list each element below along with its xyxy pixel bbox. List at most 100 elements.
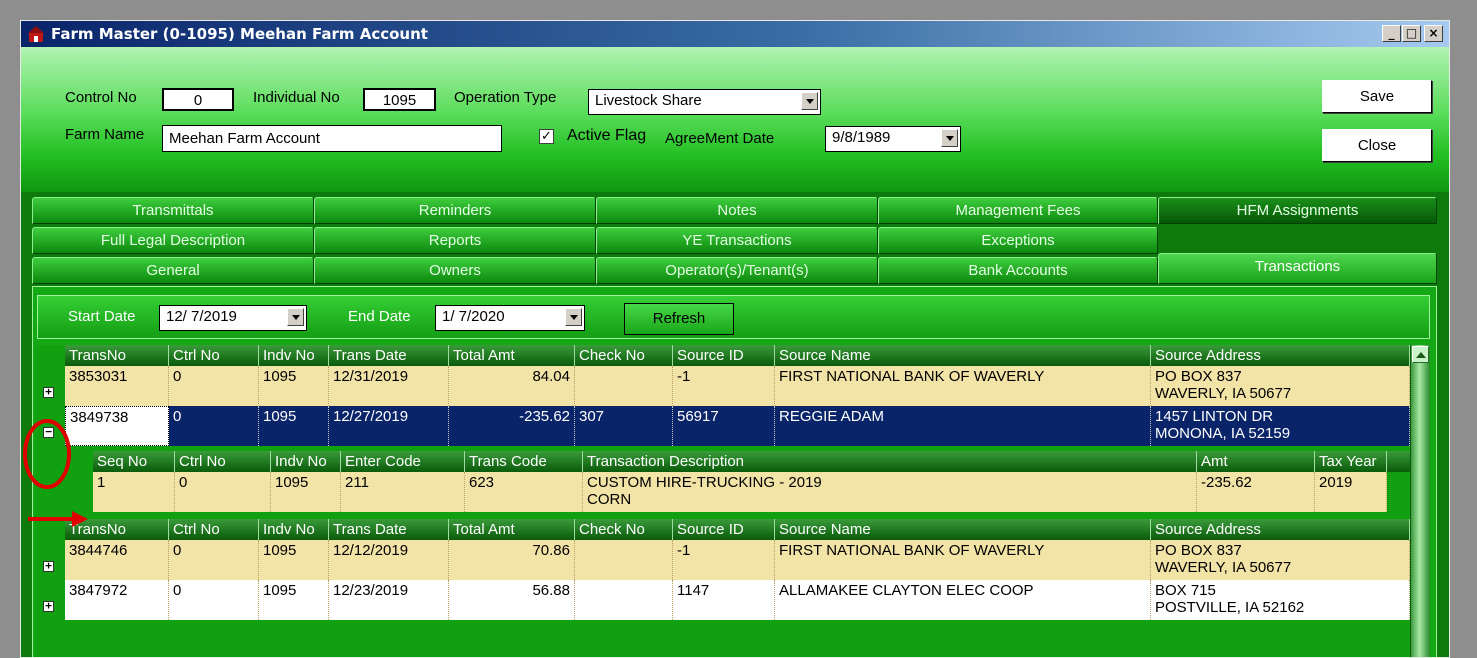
maximize-button[interactable]: □	[1402, 25, 1421, 42]
tab-notes[interactable]: Notes	[596, 197, 878, 224]
operation-type-value: Livestock Share	[595, 92, 702, 109]
cell-ctrl-no: 0	[169, 580, 259, 620]
refresh-button[interactable]: Refresh	[624, 303, 734, 335]
col-transno[interactable]: TransNo	[65, 345, 169, 366]
start-date-dropdown-icon[interactable]	[287, 308, 304, 326]
cell-total-amt: 56.88	[449, 580, 575, 620]
tab-reminders[interactable]: Reminders	[314, 197, 596, 224]
active-flag-label: Active Flag	[567, 127, 647, 144]
cell-check-no	[575, 366, 673, 406]
active-flag-checkbox[interactable]: ✓	[539, 129, 554, 144]
cell-source-name: REGGIE ADAM	[775, 406, 1151, 446]
detail-row[interactable]: 1 0 1095 211 623 CUSTOM HIRE-TRUCKING - …	[93, 472, 1387, 512]
col-source-name[interactable]: Source Name	[775, 345, 1151, 366]
tab-transactions[interactable]: Transactions	[1158, 253, 1437, 284]
cell-trans-date: 12/12/2019	[329, 540, 449, 580]
col-trans-date[interactable]: Trans Date	[329, 345, 449, 366]
cell-trans-date: 12/23/2019	[329, 580, 449, 620]
col-tax-year[interactable]: Tax Year	[1315, 451, 1387, 472]
detail-header: Seq No Ctrl No Indv No Enter Code Trans …	[93, 451, 1410, 472]
cell-total-amt: -235.62	[449, 406, 575, 446]
col-source-address[interactable]: Source Address	[1151, 519, 1410, 540]
tab-transmittals[interactable]: Transmittals	[32, 197, 314, 224]
col-indv-no[interactable]: Indv No	[259, 345, 329, 366]
expand-plus-icon[interactable]: +	[43, 560, 54, 572]
col-trans-code[interactable]: Trans Code	[465, 451, 583, 472]
cell-enter-code: 211	[341, 472, 465, 512]
chevron-down-icon[interactable]	[801, 92, 818, 110]
col-source-address[interactable]: Source Address	[1151, 345, 1410, 366]
header-panel: Control No 0 Individual No 1095 Operatio…	[21, 47, 1449, 192]
start-date-picker[interactable]: 12/ 7/2019	[159, 305, 307, 331]
operation-type-select[interactable]: Livestock Share	[588, 89, 821, 115]
individual-no-field[interactable]: 1095	[363, 88, 436, 111]
col-check-no[interactable]: Check No	[575, 519, 673, 540]
expand-plus-icon[interactable]: +	[43, 600, 54, 612]
tab-management-fees[interactable]: Management Fees	[878, 197, 1158, 224]
tab-hfm-assignments[interactable]: HFM Assignments	[1158, 197, 1437, 224]
control-no-field[interactable]: 0	[162, 88, 234, 111]
agreement-date-label: AgreeMent Date	[665, 130, 775, 147]
cell-ctrl-no: 0	[169, 406, 259, 446]
close-button[interactable]: Close	[1322, 129, 1432, 162]
col-detail-indv-no[interactable]: Indv No	[271, 451, 341, 472]
col-seq-no[interactable]: Seq No	[93, 451, 175, 472]
col-trans-date[interactable]: Trans Date	[329, 519, 449, 540]
tab-full-legal-description[interactable]: Full Legal Description	[32, 227, 314, 254]
tab-strip: Transmittals Reminders Notes Management …	[32, 197, 1437, 285]
transactions-grid: TransNo Ctrl No Indv No Trans Date Total…	[35, 345, 1410, 657]
title-bar[interactable]: Farm Master (0-1095) Meehan Farm Account…	[21, 21, 1449, 47]
cell-detail-ctrl-no: 0	[175, 472, 271, 512]
tab-operators-tenants[interactable]: Operator(s)/Tenant(s)	[596, 257, 878, 284]
table-row-selected[interactable]: 3849738 0 1095 12/27/2019 -235.62 307 56…	[65, 406, 1410, 446]
scroll-up-icon[interactable]	[1412, 346, 1429, 363]
col-total-amt[interactable]: Total Amt	[449, 519, 575, 540]
agreement-date-picker[interactable]: 9/8/1989	[825, 126, 961, 152]
col-ctrl-no[interactable]: Ctrl No	[169, 519, 259, 540]
start-date-label: Start Date	[68, 308, 136, 325]
collapse-minus-icon[interactable]: −	[43, 426, 54, 438]
operation-type-label: Operation Type	[454, 89, 557, 106]
close-window-button[interactable]: ×	[1424, 25, 1443, 42]
cell-source-name: FIRST NATIONAL BANK OF WAVERLY	[775, 366, 1151, 406]
cell-transno[interactable]: 3849738	[65, 406, 169, 446]
vertical-scrollbar[interactable]	[1410, 345, 1430, 657]
cell-source-id: -1	[673, 366, 775, 406]
calendar-dropdown-icon[interactable]	[941, 129, 958, 147]
minimize-button[interactable]: _	[1382, 25, 1401, 42]
col-detail-ctrl-no[interactable]: Ctrl No	[175, 451, 271, 472]
col-check-no[interactable]: Check No	[575, 345, 673, 366]
table-row[interactable]: 3844746 0 1095 12/12/2019 70.86 -1 FIRST…	[65, 540, 1410, 580]
cell-trans-date: 12/31/2019	[329, 366, 449, 406]
col-source-name[interactable]: Source Name	[775, 519, 1151, 540]
col-ctrl-no[interactable]: Ctrl No	[169, 345, 259, 366]
cell-amt: -235.62	[1197, 472, 1315, 512]
tab-reports[interactable]: Reports	[314, 227, 596, 254]
farm-name-field[interactable]: Meehan Farm Account	[162, 125, 502, 152]
col-total-amt[interactable]: Total Amt	[449, 345, 575, 366]
tab-exceptions[interactable]: Exceptions	[878, 227, 1158, 254]
col-source-id[interactable]: Source ID	[673, 519, 775, 540]
col-amt[interactable]: Amt	[1197, 451, 1315, 472]
cell-source-address: PO BOX 837 WAVERLY, IA 50677	[1151, 366, 1410, 406]
table-row[interactable]: 3853031 0 1095 12/31/2019 84.04 -1 FIRST…	[65, 366, 1410, 406]
table-row[interactable]: 3847972 0 1095 12/23/2019 56.88 1147 ALL…	[65, 580, 1410, 620]
col-indv-no[interactable]: Indv No	[259, 519, 329, 540]
save-button[interactable]: Save	[1322, 80, 1432, 113]
tab-general[interactable]: General	[32, 257, 314, 284]
grid-header: TransNo Ctrl No Indv No Trans Date Total…	[65, 345, 1410, 366]
end-date-picker[interactable]: 1/ 7/2020	[435, 305, 585, 331]
col-source-id[interactable]: Source ID	[673, 345, 775, 366]
expand-plus-icon[interactable]: +	[43, 386, 54, 398]
col-transaction-description[interactable]: Transaction Description	[583, 451, 1197, 472]
col-transno[interactable]: TransNo	[65, 519, 169, 540]
cell-indv-no: 1095	[259, 540, 329, 580]
end-date-dropdown-icon[interactable]	[565, 308, 582, 326]
tab-bank-accounts[interactable]: Bank Accounts	[878, 257, 1158, 284]
tab-ye-transactions[interactable]: YE Transactions	[596, 227, 878, 254]
cell-seq-no: 1	[93, 472, 175, 512]
window-title: Farm Master (0-1095) Meehan Farm Account	[51, 25, 428, 43]
col-enter-code[interactable]: Enter Code	[341, 451, 465, 472]
date-filter-bar: Start Date 12/ 7/2019 End Date 1/ 7/2020…	[37, 295, 1430, 339]
tab-owners[interactable]: Owners	[314, 257, 596, 284]
